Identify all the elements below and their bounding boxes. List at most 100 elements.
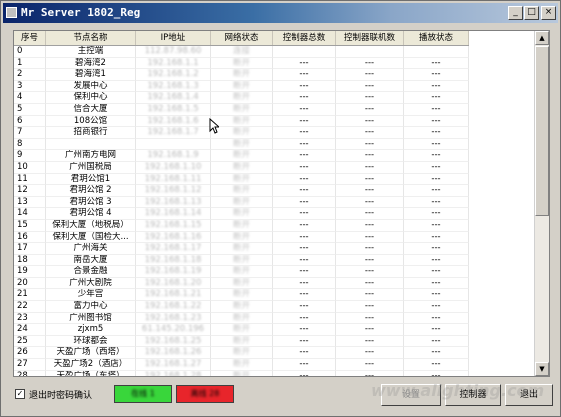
scroll-down-button[interactable]: ▼ xyxy=(535,362,549,376)
cell-text: 16 xyxy=(17,231,28,242)
cell-text: --- xyxy=(364,335,375,346)
close-button[interactable]: × xyxy=(541,6,556,20)
column-header[interactable]: 序号 xyxy=(14,31,46,45)
cell-text: --- xyxy=(364,208,375,219)
table-cell: 192.168.1.5 xyxy=(136,103,211,116)
cell-text: 1 xyxy=(17,57,23,68)
table-row[interactable]: 16 保利大厦（国检大... 192.168.1.16 断开 --- --- --- xyxy=(14,231,469,244)
table-row[interactable]: 20 广州大剧院 192.168.1.20 断开 --- --- --- xyxy=(14,277,469,290)
cell-text: 君玥公馆 3 xyxy=(69,196,112,207)
table-row[interactable]: 11 君玥公馆1 192.168.1.11 断开 --- --- --- xyxy=(14,173,469,186)
table-row[interactable]: 7 招商银行 192.168.1.7 断开 --- --- --- xyxy=(14,127,469,139)
cell-text: --- xyxy=(431,150,441,161)
table-cell: 广州南方电网 xyxy=(46,150,136,162)
grid-body: 0 主控端 112.87.98.60 连接 1 碧海湾2 192.168.1.1 断开 --- -… xyxy=(14,46,469,376)
table-row[interactable]: 17 广州海关 192.168.1.17 断开 --- --- --- xyxy=(14,243,469,255)
vertical-scrollbar[interactable]: ▲ ▼ xyxy=(534,31,549,376)
node-grid[interactable]: 序号 节点名称 IP地址 网络状态 控制器总数 控制器联机数 播放状态 0 主控端 112.87… xyxy=(13,30,550,377)
table-row[interactable]: 21 少年宫 192.168.1.21 断开 --- --- --- xyxy=(14,289,469,302)
table-cell: --- xyxy=(336,92,404,104)
cell-text: --- xyxy=(299,231,309,242)
table-row[interactable]: 19 合景金融 192.168.1.19 断开 --- --- --- xyxy=(14,266,469,278)
exit-button[interactable]: 退出 xyxy=(505,384,553,406)
table-cell: --- xyxy=(336,231,404,244)
cell-text: --- xyxy=(431,347,441,358)
cell-text: --- xyxy=(364,289,375,300)
table-cell: --- xyxy=(273,150,336,162)
table-cell: 合景金融 xyxy=(46,266,136,278)
cell-text: 君玥公馆 4 xyxy=(69,208,112,219)
column-header[interactable]: 节点名称 xyxy=(46,31,136,45)
table-cell: 12 xyxy=(14,185,46,197)
table-cell: --- xyxy=(273,243,336,255)
column-header[interactable]: 网络状态 xyxy=(211,31,273,45)
scroll-up-button[interactable]: ▲ xyxy=(535,31,549,45)
table-cell: 192.168.1.7 xyxy=(136,127,211,139)
settings-button[interactable]: 设置 xyxy=(381,384,441,406)
table-cell: 61.145.20.196 xyxy=(136,324,211,336)
table-cell: --- xyxy=(336,312,404,325)
table-row[interactable]: 5 信合大厦 192.168.1.5 断开 --- --- --- xyxy=(14,103,469,116)
table-row[interactable]: 1 碧海湾2 192.168.1.1 断开 --- --- --- xyxy=(14,57,469,70)
table-cell: --- xyxy=(336,243,404,255)
table-row[interactable]: 10 广州国税局 192.168.1.10 断开 --- --- --- xyxy=(14,161,469,174)
table-cell: 3 xyxy=(14,80,46,93)
exit-confirm-checkbox[interactable]: ✓ xyxy=(15,389,25,399)
cell-text: 112.87.98.60 xyxy=(144,46,202,56)
cell-text: 108公馆 xyxy=(73,115,108,126)
cell-text: 22 xyxy=(17,301,28,312)
table-cell: --- xyxy=(404,173,469,186)
table-row[interactable]: 18 南岳大厦 192.168.1.18 断开 --- --- --- xyxy=(14,254,469,267)
cell-text: --- xyxy=(431,185,441,196)
cell-text: --- xyxy=(431,277,441,288)
controller-button[interactable]: 控制器 xyxy=(445,384,501,406)
table-row[interactable]: 3 发展中心 192.168.1.3 断开 --- --- --- xyxy=(14,80,469,93)
table-row[interactable]: 13 君玥公馆 3 192.168.1.13 断开 --- --- --- xyxy=(14,196,469,209)
column-header[interactable]: 控制器总数 xyxy=(273,31,336,45)
cell-text: --- xyxy=(364,231,375,242)
table-row[interactable]: 22 富力中心 192.168.1.22 断开 --- --- --- xyxy=(14,301,469,313)
cell-text: --- xyxy=(364,196,375,207)
table-row[interactable]: 9 广州南方电网 192.168.1.9 断开 --- --- --- xyxy=(14,150,469,162)
table-cell: --- xyxy=(273,335,336,348)
cell-text: 招商银行 xyxy=(73,127,108,138)
cell-text: --- xyxy=(299,103,309,114)
cell-text: 保利中心 xyxy=(73,92,108,103)
table-row[interactable]: 6 108公馆 192.168.1.6 断开 --- --- --- xyxy=(14,115,469,128)
table-row[interactable]: 0 主控端 112.87.98.60 连接 xyxy=(14,46,469,58)
table-row[interactable]: 23 广州图书馆 192.168.1.23 断开 --- --- --- xyxy=(14,312,469,325)
cell-text: 断开 xyxy=(232,150,250,161)
table-row[interactable]: 12 君玥公馆 2 192.168.1.12 断开 --- --- --- xyxy=(14,185,469,197)
cell-text: 9 xyxy=(17,150,23,161)
table-row[interactable]: 28 天盈广场（东塔） 192.168.1.28 断开 --- --- --- xyxy=(14,370,469,376)
table-cell: 18 xyxy=(14,254,46,267)
minimize-button[interactable]: _ xyxy=(508,6,523,20)
table-cell: 1 xyxy=(14,57,46,70)
cell-text: 断开 xyxy=(232,359,250,370)
column-header[interactable]: IP地址 xyxy=(136,31,211,45)
table-cell: 断开 xyxy=(211,277,273,290)
table-row[interactable]: 27 天盈广场2（酒店） 192.168.1.27 断开 --- --- --- xyxy=(14,359,469,371)
table-cell: zjxm5 xyxy=(46,324,136,336)
table-row[interactable]: 14 君玥公馆 4 192.168.1.14 断开 --- --- --- xyxy=(14,208,469,220)
table-row[interactable]: 24 zjxm5 61.145.20.196 断开 --- --- --- xyxy=(14,324,469,336)
column-header[interactable]: 控制器联机数 xyxy=(336,31,404,45)
title-bar[interactable]: Mr Server 1802_Reg _ □ × xyxy=(3,3,558,23)
table-row[interactable]: 4 保利中心 192.168.1.4 断开 --- --- --- xyxy=(14,92,469,104)
cell-text: 192.168.1.13 xyxy=(144,196,202,207)
exit-confirm-label: 退出时密码确认 xyxy=(29,391,93,401)
table-row[interactable]: 15 保利大厦（地税局） 192.168.1.15 断开 --- --- --- xyxy=(14,219,469,232)
table-cell: 断开 xyxy=(211,208,273,220)
table-cell: 192.168.1.27 xyxy=(136,359,211,371)
scroll-thumb[interactable] xyxy=(535,46,549,216)
column-header[interactable]: 播放状态 xyxy=(404,31,469,45)
table-cell: 发展中心 xyxy=(46,80,136,93)
table-cell: 27 xyxy=(14,359,46,371)
table-row[interactable]: 8 断开 --- --- --- xyxy=(14,138,469,151)
table-row[interactable]: 25 环球都会 192.168.1.25 断开 --- --- --- xyxy=(14,335,469,348)
maximize-button[interactable]: □ xyxy=(524,6,539,20)
table-row[interactable]: 26 天盈广场（西塔） 192.168.1.26 断开 --- --- --- xyxy=(14,347,469,360)
table-cell: --- xyxy=(336,127,404,139)
table-row[interactable]: 2 碧海湾1 192.168.1.2 断开 --- --- --- xyxy=(14,69,469,81)
table-cell: 断开 xyxy=(211,127,273,139)
